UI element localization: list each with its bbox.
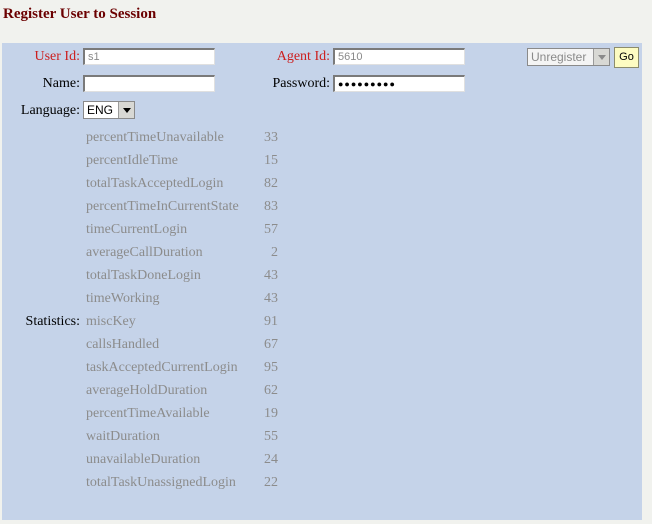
statistic-name: timeCurrentLogin [86,222,188,237]
statistic-value: 83 [264,199,278,214]
name-label: Name: [42,76,80,91]
statistic-value: 95 [264,360,278,375]
statistic-name: averageCallDuration [86,245,203,260]
statistic-name: waitDuration [86,429,160,444]
statistic-value: 62 [264,383,278,398]
statistic-value: 43 [264,268,278,283]
user-id-label: User Id: [34,49,81,64]
statistic-value: 67 [264,337,278,352]
chevron-down-icon [118,102,134,118]
statistic-name: totalTaskAcceptedLogin [86,176,224,191]
statistic-name: taskAcceptedCurrentLogin [86,360,238,375]
language-label: Language: [20,103,80,118]
statistic-value: 2 [271,245,278,260]
statistic-value: 22 [264,475,278,490]
statistic-value: 33 [264,130,278,145]
go-button[interactable]: Go [614,47,639,68]
statistic-name: miscKey [86,314,136,329]
password-label: Password: [272,76,330,91]
session-action-select[interactable]: Unregister [527,48,610,66]
name-field[interactable] [83,75,215,92]
statistic-name: percentIdleTime [86,153,179,168]
user-id-field[interactable]: s1 [83,48,215,65]
statistic-value: 82 [264,176,278,191]
page-title: Register User to Session [3,6,157,22]
statistic-name: totalTaskDoneLogin [86,268,201,283]
statistic-value: 57 [264,222,278,237]
statistic-name: percentTimeUnavailable [86,130,224,145]
statistic-value: 55 [264,429,278,444]
statistic-value: 24 [264,452,278,467]
session-action-value: Unregister [531,50,587,64]
statistic-name: percentTimeInCurrentState [86,199,239,214]
statistics-label: Statistics: [25,314,80,329]
statistic-value: 19 [264,406,278,421]
statistic-value: 15 [264,153,278,168]
statistic-name: callsHandled [86,337,160,352]
agent-id-field[interactable]: 5610 [333,48,465,65]
statistic-value: 43 [264,291,278,306]
language-select[interactable]: ENG [83,101,135,119]
statistic-name: percentTimeAvailable [86,406,210,421]
chevron-down-icon [593,49,609,65]
agent-id-label: Agent Id: [276,49,330,64]
statistic-value: 91 [264,314,278,329]
language-value: ENG [87,103,114,117]
statistic-name: unavailableDuration [86,452,201,467]
statistic-name: timeWorking [86,291,160,306]
statistic-name: averageHoldDuration [86,383,208,398]
statistic-name: totalTaskUnassignedLogin [86,475,236,490]
password-field[interactable]: ●●●●●●●●● [333,75,465,92]
